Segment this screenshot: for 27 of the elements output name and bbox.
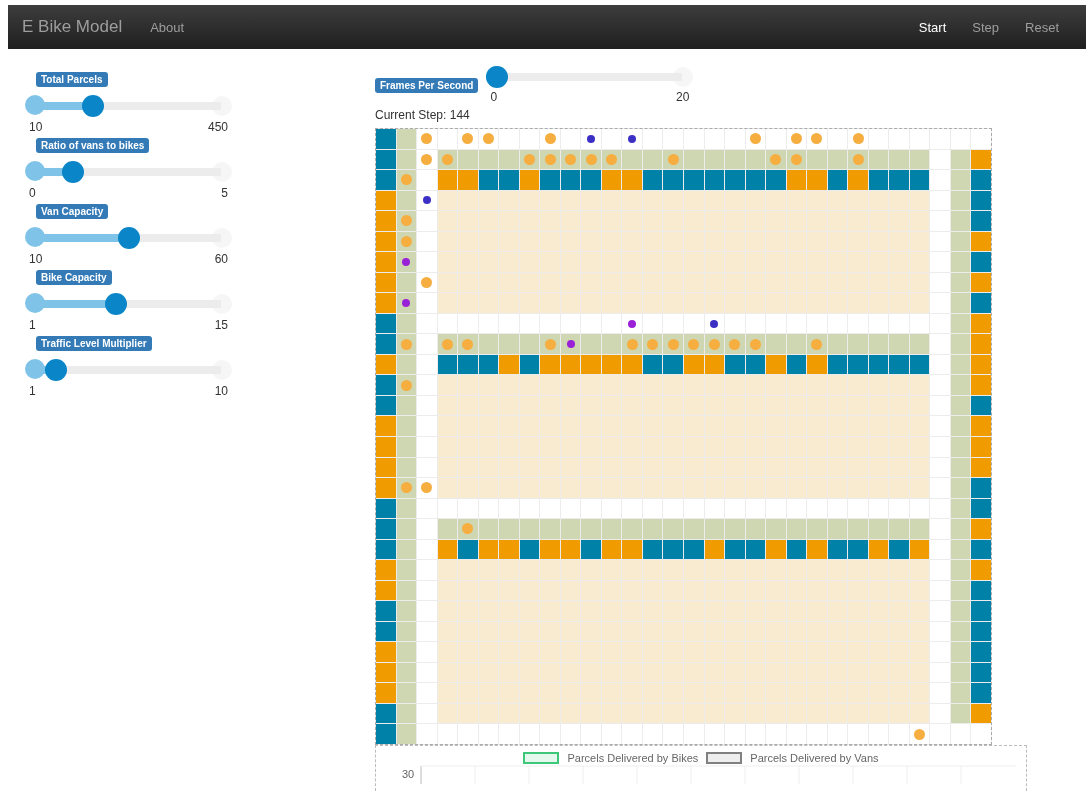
max-label: 450 [207, 120, 228, 134]
min-label: 1 [29, 384, 36, 398]
slider-label: Van Capacity [36, 204, 109, 219]
slider-label: Frames Per Second [375, 78, 479, 93]
max-label: 20 [676, 90, 690, 104]
axis-tick-label: 30 [402, 768, 415, 780]
legend-label: Parcels Delivered by Bikes [567, 752, 699, 764]
slider-label: Total Parcels [36, 72, 108, 87]
current-step: Current Step: 144 [375, 108, 1027, 122]
nav-link[interactable]: About [150, 19, 185, 35]
app-title[interactable]: E Bike Model [22, 17, 123, 37]
min-label: 0 [29, 186, 36, 200]
nav-button[interactable]: Start [905, 19, 960, 35]
min-label: 10 [29, 120, 43, 134]
slider-label: Bike Capacity [36, 270, 112, 285]
nav-button[interactable]: Step [959, 19, 1013, 35]
min-label: 1 [29, 318, 36, 332]
nav-button[interactable]: Reset [1012, 19, 1072, 35]
slider-label: Traffic Level Multiplier [36, 336, 152, 351]
legend-label: Parcels Delivered by Vans [750, 752, 879, 764]
min-label: 0 [490, 90, 498, 104]
max-label: 5 [221, 186, 228, 200]
max-label: 10 [214, 384, 228, 398]
max-label: 15 [214, 318, 228, 332]
max-label: 60 [214, 252, 228, 266]
slider-label: Ratio of vans to bikes [36, 138, 150, 153]
min-label: 10 [29, 252, 43, 266]
